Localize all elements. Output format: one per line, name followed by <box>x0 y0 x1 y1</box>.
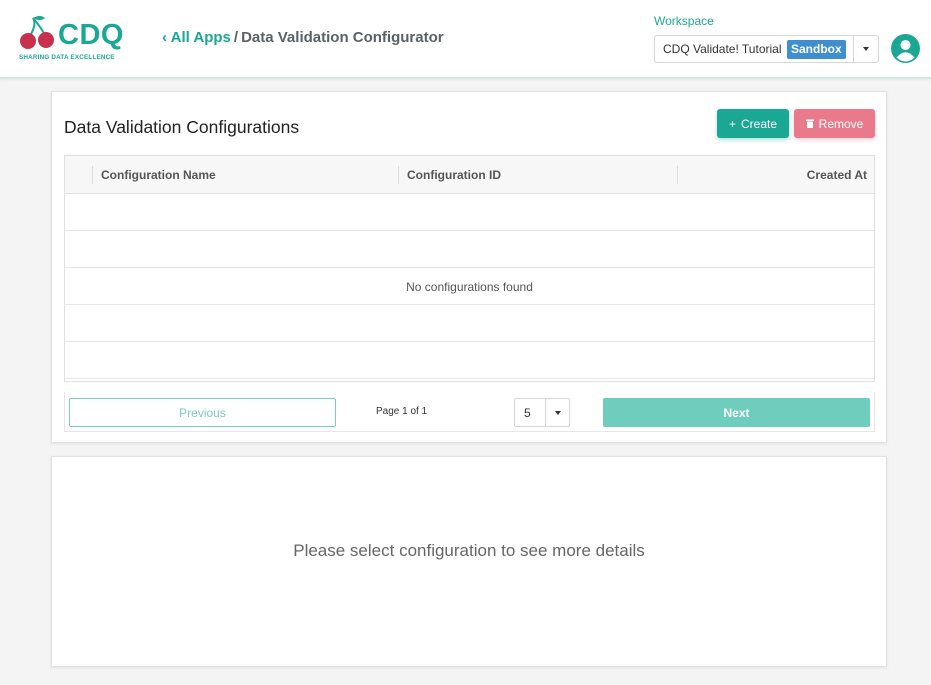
configurations-table: Configuration Name Configuration ID Crea… <box>64 155 875 382</box>
pagination-bar: Previous Page 1 of 1 5 Next <box>64 392 875 432</box>
column-header-created-at[interactable]: Created At <box>807 156 867 194</box>
breadcrumb-current-page: Data Validation Configurator <box>241 29 444 46</box>
user-avatar-icon[interactable] <box>891 34 920 63</box>
caret-down-icon <box>554 410 561 415</box>
caret-down-icon <box>863 47 869 51</box>
create-button[interactable]: + Create <box>717 109 789 138</box>
column-divider <box>398 166 399 184</box>
column-header-configuration-id[interactable]: Configuration ID <box>407 156 501 194</box>
column-divider <box>92 166 93 184</box>
configurations-title: Data Validation Configurations <box>64 117 300 137</box>
create-button-label: Create <box>740 116 778 131</box>
table-row <box>65 342 874 379</box>
workspace-select[interactable]: CDQ Validate! Tutorial Sandbox <box>654 35 879 63</box>
page-info: Page 1 of 1 <box>376 406 428 417</box>
table-row <box>65 305 874 342</box>
column-divider <box>677 166 678 184</box>
remove-button[interactable]: Remove <box>794 109 875 138</box>
next-page-button[interactable]: Next <box>603 398 870 427</box>
logo-wordmark: CDQ <box>58 19 124 51</box>
column-header-configuration-name[interactable]: Configuration Name <box>101 156 216 194</box>
breadcrumb: ‹ All Apps / Data Validation Configurator <box>162 29 444 46</box>
workspace-sandbox-badge: Sandbox <box>787 40 846 59</box>
breadcrumb-separator: / <box>233 29 239 46</box>
details-placeholder-message: Please select configuration to see more … <box>293 541 645 560</box>
cdq-logo[interactable]: CDQ SHARING DATA EXCELLENCE <box>18 14 133 64</box>
configuration-details-card: Please select configuration to see more … <box>51 456 887 667</box>
page-size-dropdown-toggle[interactable] <box>545 399 569 426</box>
app-header: CDQ SHARING DATA EXCELLENCE ‹ All Apps / D… <box>0 0 931 79</box>
workspace-selected-value: CDQ Validate! Tutorial <box>663 42 782 56</box>
plus-icon: + <box>728 116 736 131</box>
table-row <box>65 194 874 231</box>
cherry-logo-icon <box>20 16 54 49</box>
logo-tagline: SHARING DATA EXCELLENCE <box>19 54 115 61</box>
back-to-all-apps-link[interactable]: ‹ All Apps <box>162 29 231 46</box>
page-size-value: 5 <box>524 406 531 420</box>
workspace-label: Workspace <box>654 14 714 28</box>
remove-button-label: Remove <box>818 116 864 131</box>
trash-icon <box>805 119 814 128</box>
previous-page-button[interactable]: Previous <box>69 398 336 427</box>
page-size-select[interactable]: 5 <box>514 398 570 427</box>
workspace-dropdown-toggle[interactable] <box>853 36 878 62</box>
configurations-card: Data Validation Configurations + Create … <box>51 91 887 443</box>
table-header: Configuration Name Configuration ID Crea… <box>65 156 874 194</box>
chevron-left-icon: ‹ <box>162 29 167 46</box>
back-link-label: All Apps <box>170 29 231 46</box>
empty-table-message: No configurations found <box>406 280 533 294</box>
table-row <box>65 231 874 268</box>
